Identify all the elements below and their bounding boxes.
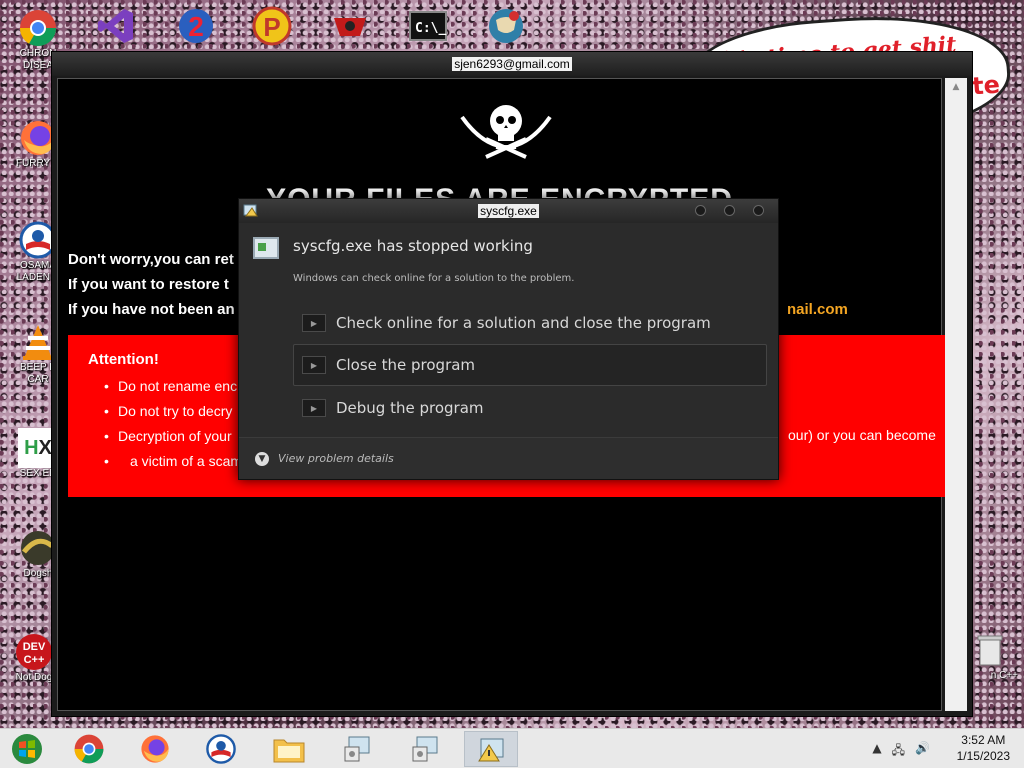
view-problem-details-link[interactable]: View problem details xyxy=(278,452,394,465)
network-icon[interactable]: 🖧 xyxy=(892,741,905,762)
windows-start-icon xyxy=(12,734,42,764)
dialog-subtext: Windows can check online for a solution … xyxy=(293,273,575,284)
taskbar-file-explorer[interactable] xyxy=(262,731,316,767)
arrow-right-icon: ▶ xyxy=(302,399,326,417)
ransom-window-title: sjen6293@gmail.com xyxy=(452,57,572,71)
command-prompt-icon: C:\_ xyxy=(408,6,448,46)
taskbar-obama[interactable] xyxy=(194,731,248,767)
clock-date: 1/15/2023 xyxy=(956,749,1010,763)
chrome-icon xyxy=(18,8,58,48)
option-label: Close the program xyxy=(336,356,476,374)
number-two-icon: 2 xyxy=(176,6,216,46)
taskbar-program-2[interactable] xyxy=(398,731,452,767)
svg-text:C++: C++ xyxy=(24,654,45,666)
program-icon xyxy=(344,736,370,762)
desktop-icon-cmd[interactable]: C:\_ xyxy=(400,6,456,46)
error-dialog[interactable]: syscfg.exe syscfg.exe has stopped workin… xyxy=(238,198,779,480)
desktop-icon-2[interactable]: 2 xyxy=(168,6,224,46)
option-label: Debug the program xyxy=(336,399,484,417)
attention-right-fragment: our) or you can become xyxy=(788,427,936,443)
ransom-line-3: If you have not been an xyxy=(68,301,235,318)
arrow-right-icon: ▶ xyxy=(302,356,326,374)
app-icon xyxy=(243,202,259,218)
program-icon xyxy=(412,736,438,762)
globe-icon xyxy=(486,6,526,46)
taskbar-firefox[interactable] xyxy=(128,731,182,767)
dialog-titlebar[interactable]: syscfg.exe xyxy=(239,199,778,223)
close-program-option[interactable]: ▶ Close the program xyxy=(293,344,767,386)
red-logo-icon xyxy=(330,6,370,46)
ransom-scrollbar[interactable]: ▲ xyxy=(945,78,967,711)
clock-time: 3:52 AM xyxy=(961,733,1006,747)
minimize-button[interactable] xyxy=(695,205,706,216)
desktop-icon-globe[interactable] xyxy=(478,6,534,46)
warning-program-icon xyxy=(478,738,504,762)
program-window-icon xyxy=(253,237,279,259)
ransom-email-fragment: nail.com xyxy=(787,301,848,318)
dialog-title: syscfg.exe xyxy=(478,204,539,218)
desktop-icon-visual-studio[interactable] xyxy=(88,6,144,46)
svg-text:P: P xyxy=(263,12,280,42)
start-button[interactable] xyxy=(0,731,54,767)
desktop-icon-red[interactable] xyxy=(322,6,378,46)
desktop-icon-p[interactable]: P xyxy=(244,6,300,46)
chrome-icon xyxy=(74,734,104,764)
system-tray: ▲ 🖧 🔊 xyxy=(872,741,930,762)
close-button[interactable] xyxy=(753,205,764,216)
ransom-line-1: Don't worry,you can ret xyxy=(68,251,234,268)
taskbar-program-1[interactable] xyxy=(330,731,384,767)
chevron-down-icon[interactable]: ▼ xyxy=(255,451,269,466)
maximize-button[interactable] xyxy=(724,205,735,216)
scroll-up-icon[interactable]: ▲ xyxy=(945,78,967,96)
svg-text:C:\_: C:\_ xyxy=(415,21,446,36)
show-hidden-icons-icon[interactable]: ▲ xyxy=(872,741,881,762)
ransom-line-2: If you want to restore t xyxy=(68,276,229,293)
letter-p-icon: P xyxy=(252,6,292,46)
option-label: Check online for a solution and close th… xyxy=(336,314,711,332)
volume-icon[interactable]: 🔊 xyxy=(915,741,930,762)
svg-text:2: 2 xyxy=(188,11,204,42)
arrow-right-icon: ▶ xyxy=(302,314,326,332)
bubble-fragment: te xyxy=(971,70,1001,101)
firefox-icon xyxy=(141,735,169,763)
ransom-window-titlebar[interactable]: sjen6293@gmail.com xyxy=(52,52,972,76)
dialog-footer: ▼ View problem details xyxy=(239,437,778,479)
system-clock[interactable]: 3:52 AM 1/15/2023 xyxy=(957,732,1010,764)
recycle-bin-icon xyxy=(970,630,1010,670)
devcpp-icon: DEV C++ xyxy=(14,632,54,672)
taskbar: ▲ 🖧 🔊 3:52 AM 1/15/2023 xyxy=(0,728,1024,768)
check-online-option[interactable]: ▶ Check online for a solution and close … xyxy=(293,302,767,344)
dialog-heading: syscfg.exe has stopped working xyxy=(293,237,533,255)
window-controls xyxy=(695,205,764,216)
obama-icon xyxy=(206,734,236,764)
taskbar-chrome[interactable] xyxy=(62,731,116,767)
debug-program-option[interactable]: ▶ Debug the program xyxy=(293,387,767,429)
visual-studio-icon xyxy=(96,6,136,46)
taskbar-syscfg[interactable] xyxy=(464,731,518,767)
svg-text:DEV: DEV xyxy=(23,641,46,653)
skull-crossbones-icon xyxy=(456,99,556,169)
folder-icon xyxy=(273,739,305,763)
